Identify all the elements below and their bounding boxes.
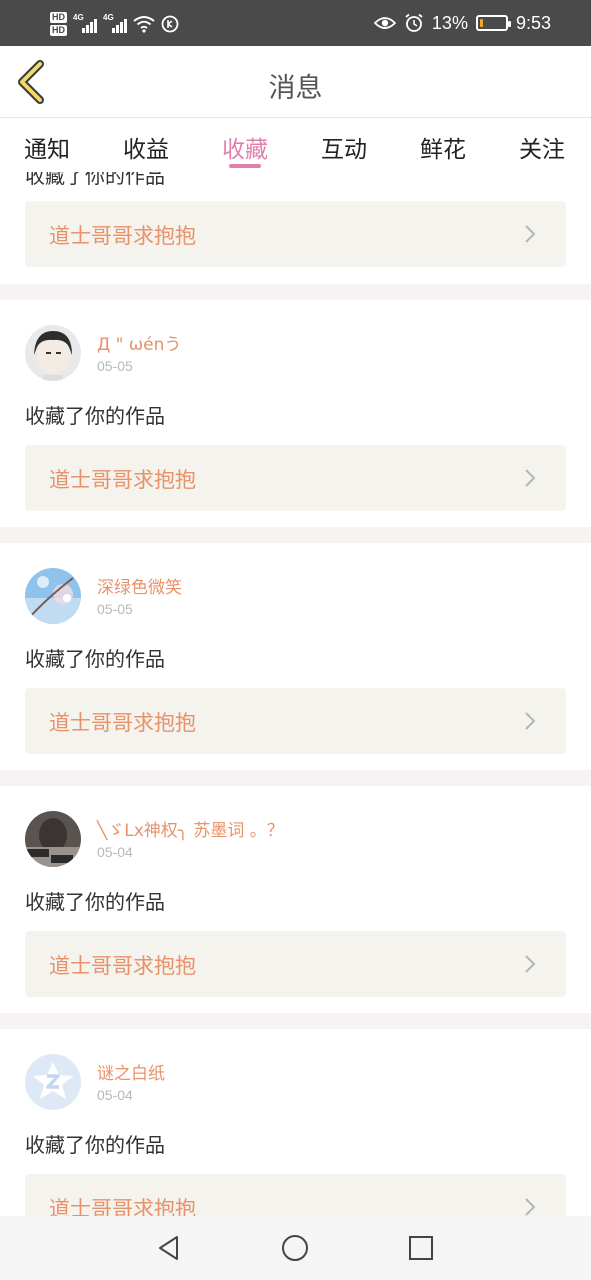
work-title: 道士哥哥求抱抱 xyxy=(49,224,196,248)
action-text: 收藏了你的作品 xyxy=(25,890,165,914)
active-tab-indicator xyxy=(229,164,261,168)
timestamp: 05-04 xyxy=(97,844,133,860)
system-nav-bar xyxy=(0,1216,591,1280)
action-text: 收藏了你的作品 xyxy=(25,1133,165,1157)
wifi-icon xyxy=(133,16,155,33)
chevron-right-icon xyxy=(525,1198,536,1216)
work-link[interactable]: 道士哥哥求抱抱 xyxy=(25,445,566,511)
signal-2-icon: 4G xyxy=(103,13,127,35)
nav-recents-icon[interactable] xyxy=(407,1234,435,1262)
tab-flowers[interactable]: 鲜花 xyxy=(420,130,466,164)
work-link[interactable]: 道士哥哥求抱抱 xyxy=(25,931,566,997)
chevron-right-icon xyxy=(525,469,536,487)
battery-icon xyxy=(475,15,511,31)
list-item: ╲ゞLx神权╮ 苏墨词 。？ 05-04 收藏了你的作品 道士哥哥求抱抱 xyxy=(0,786,591,1013)
tab-bar: 通知 收益 收藏 互动 鲜花 关注 xyxy=(0,118,591,172)
chevron-right-icon xyxy=(525,225,536,243)
nav-home-icon[interactable] xyxy=(281,1234,309,1262)
eye-comfort-icon xyxy=(373,17,396,29)
tab-favorites[interactable]: 收藏 xyxy=(222,130,268,164)
list-item: 深绿色微笑 05-05 收藏了你的作品 道士哥哥求抱抱 xyxy=(0,543,591,770)
page-title: 消息 xyxy=(268,73,323,104)
work-title: 道士哥哥求抱抱 xyxy=(49,954,196,978)
alarm-icon xyxy=(405,13,423,32)
work-link[interactable]: 道士哥哥求抱抱 xyxy=(25,1174,566,1216)
tab-notifications[interactable]: 通知 xyxy=(24,130,70,164)
work-title: 道士哥哥求抱抱 xyxy=(49,1197,196,1216)
hd-indicator: HD HD xyxy=(50,12,67,36)
header: 消息 xyxy=(0,46,591,118)
chevron-right-icon xyxy=(525,955,536,973)
action-text: 收藏了你的作品 xyxy=(25,404,165,428)
timestamp: 05-05 xyxy=(97,601,133,617)
nav-back-icon[interactable] xyxy=(155,1234,183,1262)
status-right: 13% 9:53 xyxy=(373,0,551,46)
user-name[interactable]: ╲ゞLx神权╮ 苏墨词 。？ xyxy=(97,816,284,841)
avatar[interactable] xyxy=(25,811,81,867)
work-link[interactable]: 道士哥哥求抱抱 xyxy=(25,201,566,267)
user-name[interactable]: Д " ωénう xyxy=(97,330,181,355)
work-title: 道士哥哥求抱抱 xyxy=(49,711,196,735)
data-saver-icon xyxy=(161,15,179,33)
list-item: 收藏了你的作品 道士哥哥求抱抱 xyxy=(0,172,591,284)
user-name[interactable]: 深绿色微笑 xyxy=(97,573,182,598)
timestamp: 05-05 xyxy=(97,358,133,374)
tab-earnings[interactable]: 收益 xyxy=(123,130,169,164)
action-text: 收藏了你的作品 xyxy=(25,647,165,671)
work-link[interactable]: 道士哥哥求抱抱 xyxy=(25,688,566,754)
chevron-right-icon xyxy=(525,712,536,730)
user-name[interactable]: 谜之白纸 xyxy=(97,1059,165,1084)
timestamp: 05-04 xyxy=(97,1087,133,1103)
status-bar: HD HD 4G 4G 13% 9:53 xyxy=(0,0,591,46)
list-item: Д " ωénう 05-05 收藏了你的作品 道士哥哥求抱抱 xyxy=(0,300,591,527)
favorites-feed[interactable]: 收藏了你的作品 道士哥哥求抱抱 Д " ωénう 05-05 收藏了你的作品 道… xyxy=(0,172,591,1216)
battery-percent: 13% xyxy=(431,12,468,33)
tab-following[interactable]: 关注 xyxy=(519,130,565,164)
hd2-label: HD xyxy=(50,25,67,36)
tab-interactions[interactable]: 互动 xyxy=(321,130,367,164)
action-text: 收藏了你的作品 xyxy=(25,172,165,188)
signal-1-icon: 4G xyxy=(73,13,97,35)
status-left: HD HD 4G 4G xyxy=(50,8,179,40)
avatar[interactable] xyxy=(25,568,81,624)
hd1-label: HD xyxy=(50,12,67,23)
work-title: 道士哥哥求抱抱 xyxy=(49,468,196,492)
avatar[interactable] xyxy=(25,325,81,381)
clock: 9:53 xyxy=(515,12,551,33)
avatar[interactable] xyxy=(25,1054,81,1110)
list-item: 谜之白纸 05-04 收藏了你的作品 道士哥哥求抱抱 xyxy=(0,1029,591,1216)
